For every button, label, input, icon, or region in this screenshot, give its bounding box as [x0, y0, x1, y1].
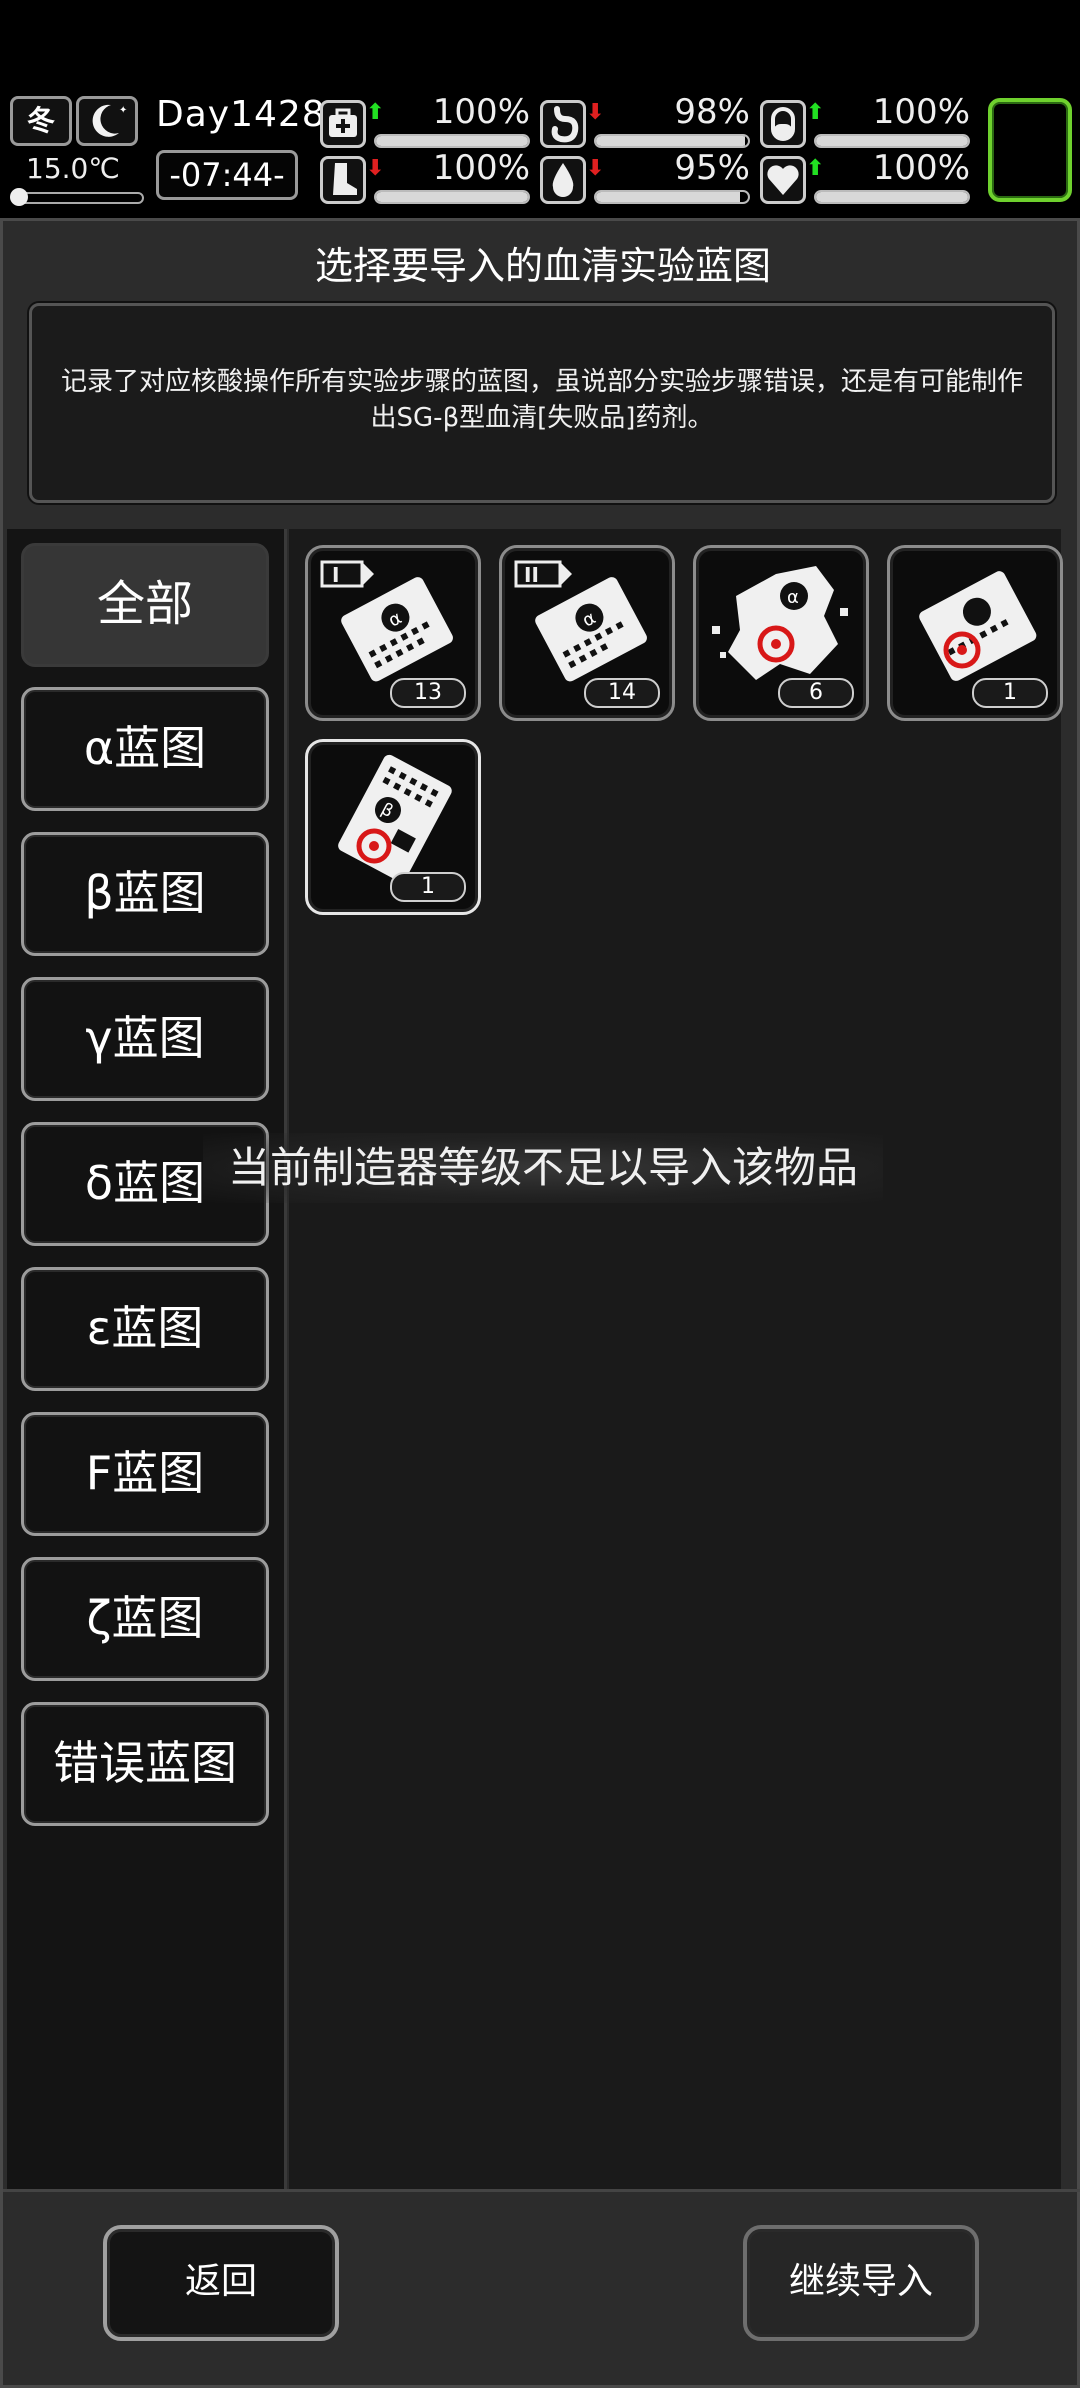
- footer-divider: [3, 2189, 1080, 2192]
- blueprint-item[interactable]: I α 13: [305, 545, 481, 721]
- alpha-blueprint-scroll-ii-icon: II α: [514, 560, 647, 682]
- trend-down-icon: ⬇: [586, 100, 605, 125]
- water-drop-icon: [540, 156, 586, 204]
- blueprint-grid: I α 13 II α 14 α 6 1 β 1: [289, 529, 1063, 2189]
- clock-time: -07:44-: [169, 156, 285, 194]
- blueprint-item[interactable]: II α 14: [499, 545, 675, 721]
- mood-bar: [814, 190, 970, 204]
- stat-medicine: ⬆ 100%: [760, 92, 970, 152]
- tab-all[interactable]: 全部: [21, 543, 269, 667]
- health-value: 100%: [432, 92, 530, 132]
- tab-gamma-blueprint[interactable]: γ蓝图: [21, 977, 269, 1101]
- blueprint-item[interactable]: 1: [887, 545, 1063, 721]
- tab-alpha-blueprint[interactable]: α蓝图: [21, 687, 269, 811]
- hunger-bar: [594, 134, 750, 148]
- tab-error-blueprint[interactable]: 错误蓝图: [21, 1702, 269, 1826]
- description-box: 记录了对应核酸操作所有实验步骤的蓝图，虽说部分实验步骤错误，还是有可能制作出SG…: [29, 303, 1055, 503]
- stat-mood: ⬆ 100%: [760, 148, 970, 208]
- medkit-icon: [320, 100, 366, 148]
- heart-icon: [760, 156, 806, 204]
- continue-import-button[interactable]: 继续导入: [743, 2225, 979, 2341]
- blueprint-item[interactable]: α 6: [693, 545, 869, 721]
- trend-down-icon: ⬇: [586, 156, 605, 181]
- toast-message: 当前制造器等级不足以导入该物品: [203, 1133, 883, 1203]
- stamina-value: 100%: [432, 148, 530, 188]
- trend-down-icon: ⬇: [366, 156, 385, 181]
- clock: -07:44-: [156, 150, 298, 200]
- stamina-bar: [374, 190, 530, 204]
- stat-health: ⬆ 100%: [320, 92, 530, 152]
- tab-zeta-blueprint[interactable]: ζ蓝图: [21, 1557, 269, 1681]
- medicine-value: 100%: [872, 92, 970, 132]
- medicine-bar: [814, 134, 970, 148]
- stat-stamina: ⬇ 100%: [320, 148, 530, 208]
- thirst-value: 95%: [674, 148, 750, 188]
- tab-epsilon-blueprint[interactable]: ε蓝图: [21, 1267, 269, 1391]
- back-button[interactable]: 返回: [103, 2225, 339, 2341]
- season-indicator: 冬: [10, 96, 72, 146]
- foot-icon: [320, 156, 366, 204]
- item-count: 13: [390, 678, 466, 708]
- equipment-slot[interactable]: [988, 98, 1072, 202]
- torn-alpha-blueprint-biohazard-icon: α: [712, 566, 848, 680]
- health-bar: [374, 134, 530, 148]
- alpha-blueprint-scroll-i-icon: I α: [320, 560, 453, 682]
- tab-beta-blueprint[interactable]: β蓝图: [21, 832, 269, 956]
- category-sidebar: 全部 α蓝图 β蓝图 γ蓝图 δ蓝图 ε蓝图 Ϝ蓝图 ζ蓝图 错误蓝图: [7, 529, 287, 2189]
- moon-icon: ✦: [76, 96, 138, 146]
- thermometer-icon: [10, 188, 144, 206]
- item-count: 6: [778, 678, 854, 708]
- blueprint-scroll-biohazard-icon: [919, 571, 1037, 681]
- svg-text:II: II: [524, 563, 539, 587]
- item-count: 1: [972, 678, 1048, 708]
- trend-up-icon: ⬆: [806, 100, 825, 125]
- season-label: 冬: [26, 104, 55, 137]
- trend-up-icon: ⬆: [366, 100, 385, 125]
- item-count: 1: [390, 872, 466, 902]
- svg-text:✦: ✦: [119, 105, 127, 116]
- stat-thirst: ⬇ 95%: [540, 148, 750, 208]
- beta-blueprint-biohazard-icon: β: [338, 754, 452, 880]
- svg-text:α: α: [787, 587, 799, 608]
- item-count: 14: [584, 678, 660, 708]
- trend-up-icon: ⬆: [806, 156, 825, 181]
- pill-icon: [760, 100, 806, 148]
- hunger-value: 98%: [674, 92, 750, 132]
- mood-value: 100%: [872, 148, 970, 188]
- stat-hunger: ⬇ 98%: [540, 92, 750, 152]
- status-hud: 冬 ✦ 15.0℃ Day1428 -07:44- ⬆ 100% ⬇ 98% ⬆: [0, 90, 1080, 212]
- description-text: 记录了对应核酸操作所有实验步骤的蓝图，虽说部分实验步骤错误，还是有可能制作出SG…: [60, 367, 1023, 433]
- panel-title: 选择要导入的血清实验蓝图: [314, 244, 771, 288]
- temperature-gauge: 15.0℃: [10, 152, 144, 206]
- stomach-icon: [540, 100, 586, 148]
- tab-digamma-blueprint[interactable]: Ϝ蓝图: [21, 1412, 269, 1536]
- blueprint-import-panel: 选择要导入的血清实验蓝图 记录了对应核酸操作所有实验步骤的蓝图，虽说部分实验步骤…: [0, 218, 1080, 2388]
- blueprint-item[interactable]: β 1: [305, 739, 481, 915]
- temperature-value: 15.0℃: [26, 152, 120, 185]
- svg-text:I: I: [332, 563, 339, 587]
- thirst-bar: [594, 190, 750, 204]
- day-counter: Day1428: [156, 94, 326, 135]
